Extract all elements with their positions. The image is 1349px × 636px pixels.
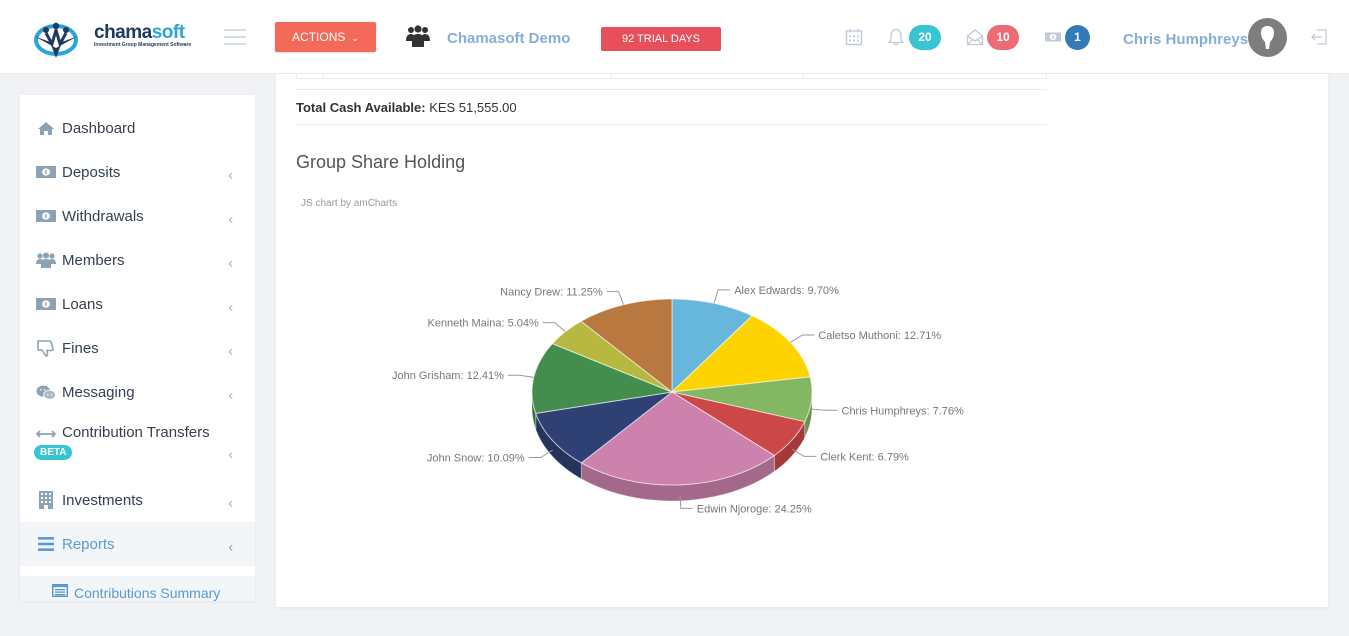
beta-badge: BETA bbox=[34, 445, 73, 460]
money-icon[interactable] bbox=[1044, 28, 1062, 46]
pie-label-kenneth-maina: Kenneth Maina: 5.04% bbox=[427, 318, 539, 330]
pie-leader-line bbox=[713, 289, 731, 304]
sidebar-item-label: Deposits bbox=[62, 163, 121, 181]
user-silhouette-icon bbox=[1261, 26, 1274, 49]
pie-label-caletso-muthoni: Caletso Muthoni: 12.71% bbox=[818, 330, 941, 342]
bars-icon bbox=[36, 536, 56, 552]
group-icon bbox=[406, 25, 430, 47]
sidebar-item-label: Members bbox=[62, 251, 125, 269]
money-icon bbox=[36, 164, 56, 180]
sidebar-item-dashboard[interactable]: Dashboard bbox=[20, 106, 255, 150]
pie-label-nancy-drew: Nancy Drew: 11.25% bbox=[500, 287, 603, 299]
sidebar-item-label: Messaging bbox=[62, 383, 135, 401]
pie-slices bbox=[531, 298, 813, 486]
chevron-left-icon: ‹ bbox=[228, 446, 233, 462]
sidebar-item-label: Withdrawals bbox=[62, 207, 144, 225]
list-alt-icon bbox=[51, 583, 69, 601]
sidebar-item-label: Reports bbox=[62, 535, 115, 553]
logo-tagline: Investment Group Management Software bbox=[94, 42, 192, 48]
chevron-left-icon: ‹ bbox=[228, 386, 233, 403]
sidebar-subitem-contributions-summary[interactable]: Contributions Summary bbox=[20, 576, 255, 601]
share-holding-pie-chart: Alex Edwards: 9.70% Caletso Muthoni: 12.7… bbox=[392, 285, 964, 516]
sidebar-item-loans[interactable]: Loans ‹ bbox=[20, 282, 255, 326]
avatar[interactable] bbox=[1248, 18, 1287, 57]
building-icon bbox=[36, 491, 56, 509]
sidebar-item-members[interactable]: Members ‹ bbox=[20, 238, 255, 282]
home-icon bbox=[36, 120, 56, 136]
logo-text: chamasoft bbox=[94, 22, 185, 43]
pie-label-chris-humphreys: Chris Humphreys: 7.76% bbox=[842, 405, 964, 417]
pie-label-clerk-kent: Clerk Kent: 6.79% bbox=[820, 451, 909, 463]
payments-badge[interactable]: 1 bbox=[1065, 25, 1090, 50]
actions-dropdown-button[interactable]: ACTIONS ⌄ bbox=[275, 22, 376, 52]
envelope-open-icon[interactable] bbox=[966, 28, 984, 46]
sidebar-item-fines[interactable]: Fines ‹ bbox=[20, 326, 255, 370]
sidebar-item-withdrawals[interactable]: Withdrawals ‹ bbox=[20, 194, 255, 238]
group-name[interactable]: Chamasoft Demo bbox=[447, 30, 570, 47]
pie-label-edwin-njoroge: Edwin Njoroge: 24.25% bbox=[697, 503, 812, 515]
chevron-left-icon: ‹ bbox=[228, 494, 233, 511]
pie-leader-line bbox=[606, 291, 624, 305]
sidebar-item-label: Fines bbox=[62, 339, 99, 357]
chamasoft-logo[interactable]: chamasoft Investment Group Management So… bbox=[32, 18, 192, 60]
chevron-left-icon: ‹ bbox=[228, 538, 233, 555]
chevron-left-icon: ‹ bbox=[228, 254, 233, 271]
chevron-left-icon: ‹ bbox=[228, 298, 233, 315]
actions-label: ACTIONS bbox=[292, 30, 346, 44]
chevron-left-icon: ‹ bbox=[228, 342, 233, 359]
money-icon bbox=[36, 296, 56, 312]
user-name[interactable]: Chris Humphreys bbox=[1123, 31, 1248, 48]
sidebar-subitem-label: Contributions Summary bbox=[74, 585, 221, 601]
money-icon bbox=[36, 208, 56, 224]
notifications-badge[interactable]: 20 bbox=[909, 25, 941, 50]
pie-label-john-grisham: John Grisham: 12.41% bbox=[392, 370, 504, 382]
sidebar-toggle-button[interactable] bbox=[224, 29, 246, 45]
pie-leader-line bbox=[507, 374, 534, 378]
thumbs-down-icon bbox=[36, 339, 56, 357]
sidebar-item-contribution-transfers[interactable]: Contribution Transfers BETA ‹ bbox=[20, 414, 255, 478]
pie-label-john-snow: John Snow: 10.09% bbox=[427, 453, 525, 465]
pie-leader-line bbox=[811, 408, 838, 411]
users-icon bbox=[36, 252, 56, 268]
chat-icon bbox=[36, 384, 56, 400]
sidebar-item-label: Contribution Transfers bbox=[62, 424, 210, 441]
reports-submenu: Contributions Summary bbox=[20, 570, 255, 601]
logo-mark-icon bbox=[34, 22, 78, 58]
sidebar-item-label: Investments bbox=[62, 491, 143, 509]
arrows-h-icon bbox=[36, 426, 56, 442]
messages-badge[interactable]: 10 bbox=[987, 25, 1019, 50]
trial-days-badge[interactable]: 92 TRIAL DAYS bbox=[601, 27, 721, 51]
sidebar-item-label: Loans bbox=[62, 295, 103, 313]
top-header: chamasoft Investment Group Management So… bbox=[0, 0, 1349, 74]
sidebar-nav: Dashboard Deposits ‹ Withdrawals ‹ Membe… bbox=[20, 95, 255, 601]
main-content-panel: Total Cash Available: KES 51,555.00 Grou… bbox=[276, 74, 1328, 607]
sidebar-item-reports[interactable]: Reports ‹ bbox=[20, 522, 255, 566]
chevron-left-icon: ‹ bbox=[228, 166, 233, 183]
logout-icon[interactable] bbox=[1310, 28, 1328, 46]
chevron-left-icon: ‹ bbox=[228, 210, 233, 227]
bell-icon[interactable] bbox=[887, 28, 905, 46]
sidebar-item-messaging[interactable]: Messaging ‹ bbox=[20, 370, 255, 414]
pie-leader-line bbox=[542, 322, 566, 333]
sidebar-item-investments[interactable]: Investments ‹ bbox=[20, 478, 255, 522]
calendar-icon[interactable] bbox=[845, 28, 863, 46]
sidebar-item-label: Dashboard bbox=[62, 119, 136, 137]
sidebar-item-deposits[interactable]: Deposits ‹ bbox=[20, 150, 255, 194]
pie-leader-line bbox=[790, 334, 815, 343]
chevron-down-icon: ⌄ bbox=[351, 33, 359, 43]
pie-label-alex-edwards: Alex Edwards: 9.70% bbox=[734, 285, 839, 297]
